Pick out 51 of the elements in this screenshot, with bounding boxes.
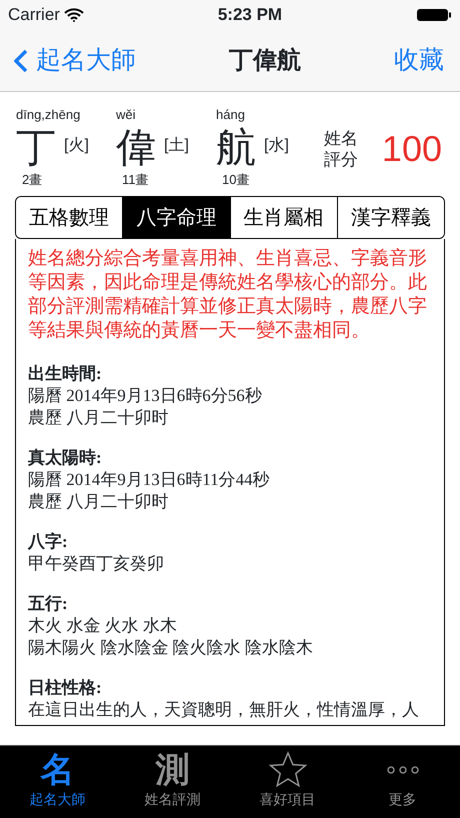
notice-text: 姓名總分綜合考量喜用神、生肖喜忌、字義音形等因素，因此命理是傳統姓名學核心的部分。此部分評測需精確計算並修正真太陽時，農歷八字等結果與傳統的黃曆一天一變不盡相同。	[28, 247, 428, 343]
stroke-count: 10畫	[222, 171, 250, 189]
tab-bar-item[interactable]: 喜好項目	[230, 746, 345, 818]
section-text: 在這日出生的人，天資聰明，無肝火，性情溫厚，人	[28, 699, 420, 721]
score-label: 評分	[324, 149, 358, 170]
element-label: [火]	[64, 136, 89, 156]
section-heading: 日柱性格:	[28, 677, 103, 699]
name-character: 偉	[116, 126, 156, 170]
section-heading: 五行:	[28, 593, 69, 615]
section-text: 甲午癸酉丁亥癸卯	[28, 553, 165, 575]
section-heading: 八字:	[28, 531, 69, 553]
carrier-label: Carrier	[8, 4, 60, 26]
section-text: 木火 水金 火水 水木	[28, 615, 178, 637]
segment-tab[interactable]: 八字命理	[122, 197, 230, 238]
status-time: 5:23 PM	[218, 4, 282, 26]
tab-label: 起名大師	[30, 790, 86, 808]
section-text: 農歷 八月二十卯时	[28, 407, 170, 429]
wifi-icon	[64, 8, 84, 22]
section-text: 陽曆 2014年9月13日6時11分44秒	[28, 469, 271, 491]
section-text: 農歷 八月二十卯时	[28, 491, 170, 513]
section-text: 陽木陽火 陰水陰金 陰火陰水 陰水陰木	[28, 637, 314, 659]
tab-label: 更多	[388, 790, 416, 808]
tab-label: 喜好項目	[260, 790, 316, 808]
pinyin-label: wěi	[116, 106, 137, 124]
more-dots-icon	[386, 766, 418, 774]
battery-icon	[416, 8, 452, 22]
section-heading: 出生時間:	[28, 363, 103, 385]
favorite-button[interactable]: 收藏	[394, 42, 444, 80]
tab-glyph-icon: 測	[156, 750, 190, 790]
star-icon	[268, 750, 308, 790]
section-heading: 真太陽時:	[28, 447, 103, 469]
tab-bar-item[interactable]: 更多	[345, 746, 460, 818]
element-label: [水]	[264, 136, 289, 156]
nav-title: 丁偉航	[229, 46, 301, 76]
back-button[interactable]: 起名大師	[14, 42, 136, 80]
pinyin-label: dīng,zhēng	[16, 106, 82, 124]
stroke-count: 11畫	[122, 171, 150, 189]
stroke-count: 2畫	[22, 171, 44, 189]
name-character: 丁	[16, 126, 56, 170]
pinyin-label: háng	[216, 106, 246, 124]
element-label: [土]	[164, 136, 189, 156]
score-label: 姓名	[324, 128, 358, 149]
tab-label: 姓名評測	[144, 790, 200, 808]
score-value: 100	[382, 127, 442, 171]
name-character: 航	[216, 126, 256, 170]
tab-bar-item[interactable]: 測 姓名評測	[115, 746, 230, 818]
segment-tab[interactable]: 漢字釋義	[336, 197, 444, 238]
section-text: 陽曆 2014年9月13日6時6分56秒	[28, 385, 263, 407]
back-chevron-icon	[14, 48, 28, 72]
tab-bar-item[interactable]: 名 起名大師	[0, 746, 115, 818]
tab-glyph-icon: 名	[40, 750, 74, 790]
